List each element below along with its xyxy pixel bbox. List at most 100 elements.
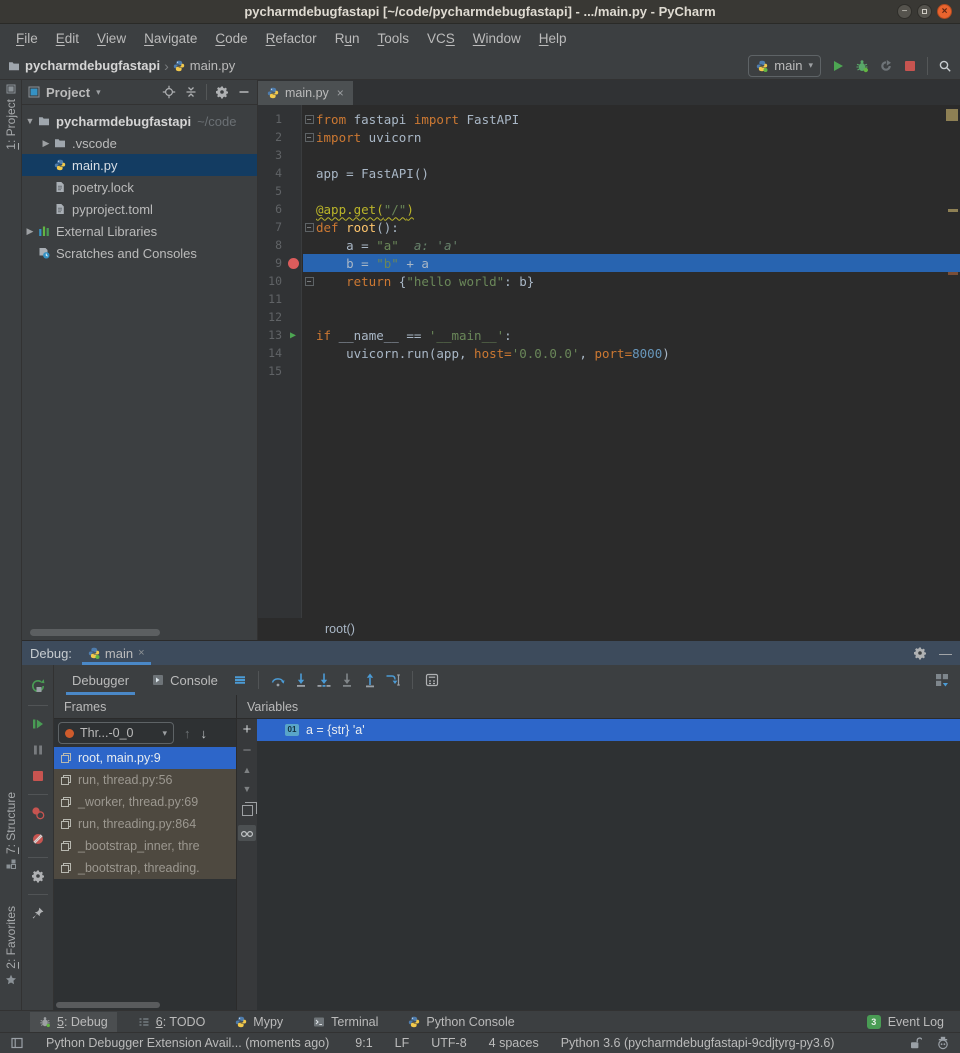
run-button[interactable] xyxy=(831,59,845,73)
run-gutter-icon[interactable]: ▶ xyxy=(290,330,296,341)
menu-navigate[interactable]: Navigate xyxy=(136,28,205,49)
code-line-6[interactable]: 6@app.get("/") xyxy=(258,200,960,218)
tree-item-external-libraries[interactable]: ▶External Libraries xyxy=(22,220,257,242)
frame-row[interactable]: _bootstrap, threading. xyxy=(54,857,236,879)
code-line-13[interactable]: 13▶if __name__ == '__main__': xyxy=(258,326,960,344)
coverage-button[interactable] xyxy=(879,59,893,73)
close-icon[interactable]: × xyxy=(337,86,344,100)
sidebar-item-project[interactable]: 1: Project xyxy=(0,84,22,150)
tab-console[interactable]: Console xyxy=(144,665,226,695)
variable-row[interactable]: 01a = {str} 'a' xyxy=(257,719,960,741)
breadcrumb-function[interactable]: root() xyxy=(325,622,355,636)
menu-file[interactable]: File xyxy=(8,28,46,49)
status-item-1[interactable]: 9:1 xyxy=(355,1036,372,1050)
force-step-into-button[interactable] xyxy=(339,672,355,688)
gear-icon[interactable] xyxy=(31,869,45,883)
editor-tab-mainpy[interactable]: main.py × xyxy=(258,81,353,105)
move-up-icon[interactable]: ▲ xyxy=(243,765,252,775)
evaluate-expression-button[interactable] xyxy=(424,672,440,688)
hide-panel-icon[interactable]: — xyxy=(939,646,952,661)
menu-tools[interactable]: Tools xyxy=(369,28,417,49)
toggle-toolwindows-icon[interactable] xyxy=(10,1036,24,1050)
menu-vcs[interactable]: VCS xyxy=(419,28,463,49)
frames-hscrollbar[interactable] xyxy=(56,1002,160,1008)
code-line-12[interactable]: 12 xyxy=(258,308,960,326)
step-into-my-code-button[interactable] xyxy=(316,672,332,688)
toolwindow-tab-terminal[interactable]: Terminal xyxy=(304,1012,387,1032)
fold-icon[interactable]: − xyxy=(305,223,314,232)
show-watches-button[interactable] xyxy=(238,825,256,841)
code-line-7[interactable]: 7−def root(): xyxy=(258,218,960,236)
run-configuration-selector[interactable]: main ▾ xyxy=(748,55,821,77)
toolwindow-tab-mypy[interactable]: Mypy xyxy=(226,1012,292,1032)
tree-item-pyproject-toml[interactable]: pyproject.toml xyxy=(22,198,257,220)
editor-breadcrumbs[interactable]: root() xyxy=(258,618,960,640)
layout-options-icon[interactable] xyxy=(233,673,247,687)
resume-button[interactable] xyxy=(31,717,45,731)
thread-selector[interactable]: Thr...-0_0 ▾ xyxy=(58,722,174,744)
maximize-button[interactable] xyxy=(917,4,932,19)
mute-breakpoints-button[interactable] xyxy=(31,832,45,846)
pause-button[interactable] xyxy=(31,743,45,757)
close-icon[interactable]: × xyxy=(138,647,144,659)
fold-icon[interactable]: − xyxy=(305,133,314,142)
breadcrumb-file[interactable]: main.py xyxy=(173,58,236,73)
fold-icon[interactable]: − xyxy=(305,115,314,124)
chevron-right-icon[interactable]: ▶ xyxy=(22,226,38,237)
code-line-10[interactable]: 10− return {"hello world": b} xyxy=(258,272,960,290)
gear-icon[interactable] xyxy=(913,646,927,660)
code-line-15[interactable]: 15 xyxy=(258,362,960,380)
run-to-cursor-button[interactable] xyxy=(385,672,401,688)
layout-settings-icon[interactable] xyxy=(934,672,950,688)
code-editor-area[interactable]: 1−from fastapi import FastAPI2−import uv… xyxy=(258,105,960,618)
tree-item-scratches-and-consoles[interactable]: Scratches and Consoles xyxy=(22,242,257,264)
code-line-14[interactable]: 14 uvicorn.run(app, host='0.0.0.0', port… xyxy=(258,344,960,362)
tree-item--vscode[interactable]: ▶.vscode xyxy=(22,132,257,154)
chevron-down-icon[interactable]: ▾ xyxy=(96,87,101,98)
next-frame-icon[interactable]: ↓ xyxy=(201,726,208,741)
duplicate-icon[interactable] xyxy=(242,805,253,816)
fold-icon[interactable]: − xyxy=(305,277,314,286)
frame-row[interactable]: _worker, thread.py:69 xyxy=(54,791,236,813)
move-down-icon[interactable]: ▼ xyxy=(243,784,252,794)
status-item-2[interactable]: LF xyxy=(395,1036,410,1050)
breakpoint-icon[interactable] xyxy=(288,258,299,269)
stop-debug-button[interactable] xyxy=(31,769,45,783)
titlebar[interactable]: pycharmdebugfastapi [~/code/pycharmdebug… xyxy=(0,0,960,24)
code-line-8[interactable]: 8 a = "a" a: 'a' xyxy=(258,236,960,254)
user-hat-icon[interactable] xyxy=(936,1036,950,1050)
code-line-3[interactable]: 3 xyxy=(258,146,960,164)
collapse-all-icon[interactable] xyxy=(184,85,198,99)
toolwindow-tab-python-console[interactable]: Python Console xyxy=(399,1012,523,1032)
tree-item-main-py[interactable]: main.py xyxy=(22,154,257,176)
code-line-2[interactable]: 2−import uvicorn xyxy=(258,128,960,146)
rerun-button[interactable] xyxy=(30,678,46,694)
event-log-button[interactable]: 3 Event Log xyxy=(867,1015,944,1029)
view-breakpoints-button[interactable] xyxy=(31,806,45,820)
search-everywhere-icon[interactable] xyxy=(938,59,952,73)
chevron-down-icon[interactable]: ▼ xyxy=(22,116,38,126)
debug-button[interactable] xyxy=(855,59,869,73)
tab-debugger[interactable]: Debugger xyxy=(64,665,137,695)
add-watch-button[interactable]: + xyxy=(243,723,252,737)
hide-panel-icon[interactable] xyxy=(237,85,251,99)
menu-refactor[interactable]: Refactor xyxy=(258,28,325,49)
status-item-3[interactable]: UTF-8 xyxy=(431,1036,466,1050)
status-item-0[interactable]: Python Debugger Extension Avail... (mome… xyxy=(46,1036,329,1050)
chevron-right-icon[interactable]: ▶ xyxy=(38,138,54,149)
code-line-1[interactable]: 1−from fastapi import FastAPI xyxy=(258,110,960,128)
code-line-9[interactable]: 9 b = "b" + a xyxy=(258,254,960,272)
debug-session-tab[interactable]: main × xyxy=(82,641,151,665)
menu-run[interactable]: Run xyxy=(327,28,368,49)
step-over-button[interactable] xyxy=(270,672,286,688)
sidebar-item-structure[interactable]: 7: Structure xyxy=(0,792,22,869)
unlock-icon[interactable] xyxy=(908,1036,922,1050)
menu-edit[interactable]: Edit xyxy=(48,28,87,49)
tree-item-poetry-lock[interactable]: poetry.lock xyxy=(22,176,257,198)
status-item-4[interactable]: 4 spaces xyxy=(489,1036,539,1050)
frame-row[interactable]: _bootstrap_inner, thre xyxy=(54,835,236,857)
code-line-4[interactable]: 4app = FastAPI() xyxy=(258,164,960,182)
breadcrumb-project[interactable]: pycharmdebugfastapi xyxy=(8,58,160,73)
stop-button[interactable] xyxy=(903,59,917,73)
menu-help[interactable]: Help xyxy=(531,28,575,49)
